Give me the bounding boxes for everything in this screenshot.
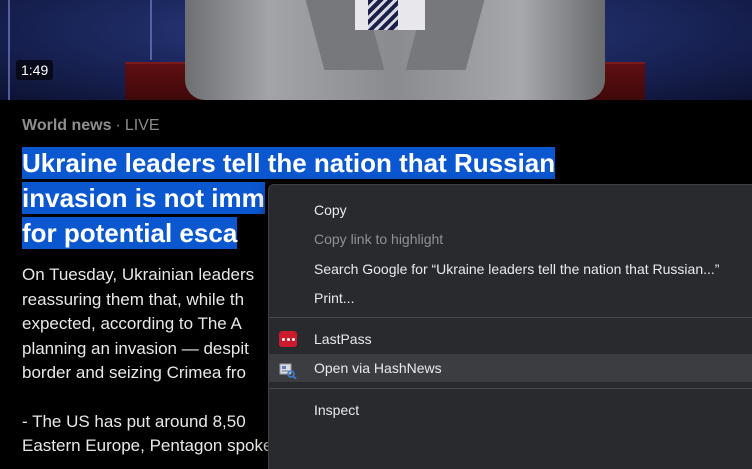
menu-item-inspect[interactable]: Inspect [269, 396, 752, 424]
menu-item-lastpass[interactable]: LastPass [269, 325, 752, 353]
context-menu: Copy Copy link to highlight Search Googl… [268, 184, 752, 469]
tie [368, 0, 398, 30]
background-light-line [150, 0, 152, 60]
meta-separator: · [115, 117, 121, 134]
live-label: LIVE [124, 117, 160, 134]
menu-item-copy-link-to-highlight[interactable]: Copy link to highlight [269, 225, 752, 253]
menu-item-print[interactable]: Print... [269, 284, 752, 312]
menu-item-label: LastPass [314, 331, 372, 347]
menu-item-search-google[interactable]: Search Google for “Ukraine leaders tell … [269, 255, 752, 283]
hashnews-icon [279, 360, 297, 380]
background-light-line [8, 0, 10, 100]
video-duration-badge: 1:49 [16, 60, 54, 80]
headline-line: for potential esca [22, 217, 238, 249]
lastpass-icon [279, 331, 297, 347]
article-meta: World news · LIVE [22, 117, 160, 135]
section-label[interactable]: World news [22, 117, 112, 134]
menu-item-label: Open via HashNews [314, 360, 442, 376]
menu-item-copy[interactable]: Copy [269, 196, 752, 224]
headline-line: Ukraine leaders tell the nation that Rus… [22, 147, 556, 179]
video-player[interactable]: 1:49 [0, 0, 752, 100]
menu-separator [269, 317, 752, 318]
menu-item-open-via-hashnews[interactable]: Open via HashNews [269, 354, 752, 382]
menu-separator [269, 388, 752, 389]
headline-line: invasion is not imm [22, 182, 265, 214]
